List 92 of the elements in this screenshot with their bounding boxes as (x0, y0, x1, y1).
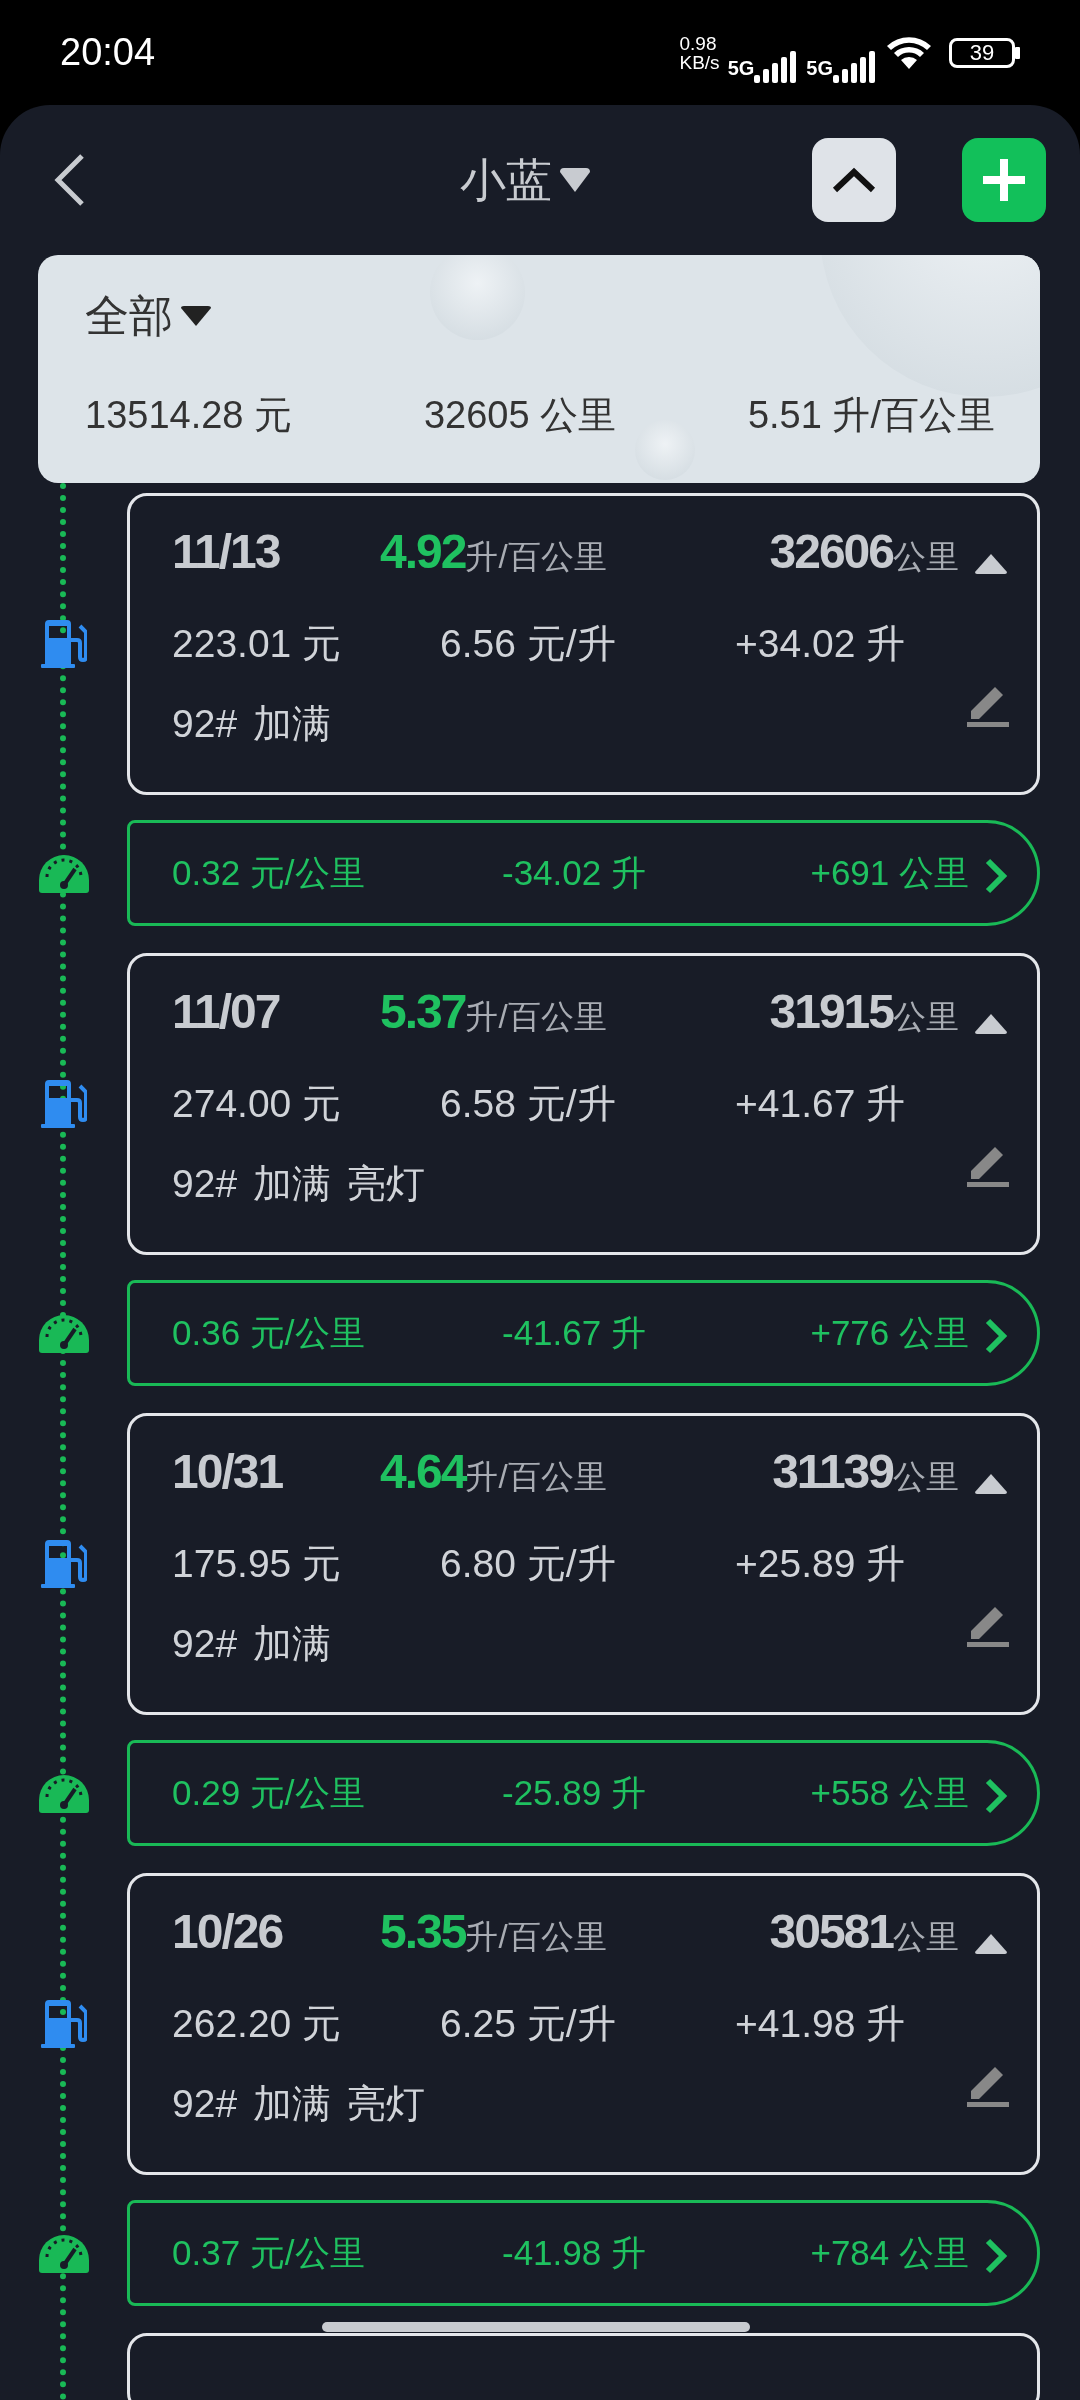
cost-per-km: 0.36 元/公里 (172, 1311, 366, 1354)
refuel-record-card[interactable]: 10/26 5.35升/百公里 30581公里 262.20 元 6.25 元/升 +41.98 升 92# 加满 亮灯 (127, 1873, 1040, 2175)
record-date: 10/31 (172, 1444, 284, 1500)
trip-distance: +784 公里 (810, 2231, 969, 2274)
record-tag: 亮灯 (347, 1154, 426, 1214)
network-type: 5G (727, 55, 755, 81)
cost-per-km: 0.32 元/公里 (172, 851, 366, 894)
total-distance: 32605 公里 (423, 393, 617, 438)
fuel-used: -41.98 升 (502, 2231, 646, 2274)
odometer-unit: 公里 (893, 538, 959, 577)
fuel-consumption: 4.64 (380, 1444, 466, 1500)
trip-distance: +691 公里 (810, 851, 969, 894)
network-speed-unit: KB/s (679, 52, 720, 72)
chevron-up-icon (831, 166, 877, 194)
collapse-triangle-icon[interactable] (975, 553, 1007, 574)
trip-segment-bar[interactable]: 0.29 元/公里 -25.89 升 +558 公里 (127, 1740, 1040, 1846)
trip-segment-bar[interactable]: 0.36 元/公里 -41.67 升 +776 公里 (127, 1280, 1040, 1386)
odometer-unit: 公里 (893, 1918, 959, 1957)
odometer-reading: 31915 (769, 984, 893, 1040)
network-type: 5G (806, 55, 833, 81)
dropdown-triangle-icon (560, 168, 590, 192)
collapse-triangle-icon[interactable] (975, 1933, 1007, 1954)
trip-segment-bar[interactable]: 0.37 元/公里 -41.98 升 +784 公里 (127, 2200, 1040, 2306)
signal-icon (833, 50, 877, 83)
fuel-consumption: 4.92 (380, 524, 466, 580)
record-tag: 92# (172, 2074, 238, 2134)
average-consumption: 5.51 升/百公里 (747, 393, 995, 438)
odometer-unit: 公里 (893, 1458, 959, 1497)
fuel-cost: 274.00 元 (172, 1080, 343, 1127)
collapse-triangle-icon[interactable] (975, 1473, 1007, 1494)
fuel-used: -34.02 升 (502, 851, 646, 894)
signal-icon (754, 50, 799, 83)
record-tag: 92# (172, 1614, 238, 1674)
record-date: 11/13 (172, 524, 281, 580)
record-tag: 亮灯 (347, 2074, 426, 2134)
fuel-used: -41.67 升 (502, 1311, 646, 1354)
odometer-reading: 30581 (769, 1904, 893, 1960)
fuel-cost: 223.01 元 (172, 620, 343, 667)
record-tag: 加满 (253, 2074, 332, 2134)
dropdown-triangle-icon (181, 306, 211, 326)
fuel-volume: +41.98 升 (735, 2000, 906, 2047)
fuel-volume: +25.89 升 (735, 1540, 906, 1587)
fuel-pump-icon (40, 1080, 87, 1128)
refuel-record-card[interactable]: 10/31 4.64升/百公里 31139公里 175.95 元 6.80 元/升 +25.89 升 92# 加满 (127, 1413, 1040, 1715)
record-tag: 92# (172, 694, 238, 754)
consumption-unit: 升/百公里 (465, 998, 607, 1037)
fuel-volume: +41.67 升 (735, 1080, 906, 1127)
fuel-consumption: 5.37 (380, 984, 466, 1040)
unit-price: 6.56 元/升 (440, 620, 617, 667)
record-tag: 92# (172, 1154, 238, 1214)
trip-distance: +776 公里 (810, 1311, 969, 1354)
fuel-pump-icon (40, 1540, 87, 1588)
fuel-pump-icon (40, 620, 87, 668)
consumption-unit: 升/百公里 (465, 1918, 607, 1957)
network-speed: 0.98 (679, 33, 718, 53)
consumption-unit: 升/百公里 (465, 1458, 607, 1497)
fuel-volume: +34.02 升 (735, 620, 906, 667)
cost-per-km: 0.29 元/公里 (172, 1771, 366, 1814)
record-date: 10/26 (172, 1904, 284, 1960)
collapse-triangle-icon[interactable] (975, 1013, 1007, 1034)
total-cost: 13514.28 元 (85, 393, 293, 438)
record-tag: 加满 (253, 1614, 332, 1674)
collapse-button[interactable] (812, 138, 896, 222)
consumption-unit: 升/百公里 (465, 538, 607, 577)
cost-per-km: 0.37 元/公里 (172, 2231, 366, 2274)
record-tag: 加满 (253, 1154, 332, 1214)
fuel-used: -25.89 升 (502, 1771, 646, 1814)
fuel-cost: 175.95 元 (172, 1540, 343, 1587)
record-tag: 加满 (253, 694, 332, 754)
chevron-right-icon (985, 857, 1007, 894)
fuel-consumption: 5.35 (380, 1904, 466, 1960)
trip-distance: +558 公里 (810, 1771, 969, 1814)
fuel-pump-icon (40, 2000, 87, 2048)
odometer-reading: 32606 (769, 524, 893, 580)
vehicle-selector[interactable]: 小蓝 (460, 145, 590, 215)
trip-segment-bar[interactable]: 0.32 元/公里 -34.02 升 +691 公里 (127, 820, 1040, 926)
odometer-reading: 31139 (772, 1444, 893, 1500)
chevron-right-icon (985, 1317, 1007, 1354)
unit-price: 6.25 元/升 (440, 2000, 617, 2047)
chevron-right-icon (985, 1777, 1007, 1814)
refuel-record-card[interactable]: 11/13 4.92升/百公里 32606公里 223.01 元 6.56 元/升 +34.02 升 92# 加满 (127, 493, 1040, 795)
refuel-record-card[interactable]: 11/07 5.37升/百公里 31915公里 274.00 元 6.58 元/升 +41.67 升 92# 加满 亮灯 (127, 953, 1040, 1255)
filter-dropdown[interactable]: 全部 (85, 283, 211, 349)
odometer-unit: 公里 (893, 998, 959, 1037)
record-date: 11/07 (172, 984, 281, 1040)
clock: 20:04 (60, 30, 156, 75)
chevron-right-icon (985, 2237, 1007, 2274)
unit-price: 6.80 元/升 (440, 1540, 617, 1587)
add-button[interactable] (962, 138, 1046, 222)
unit-price: 6.58 元/升 (440, 1080, 617, 1127)
battery-level: 39 (969, 39, 995, 65)
fuel-cost: 262.20 元 (172, 2000, 343, 2047)
